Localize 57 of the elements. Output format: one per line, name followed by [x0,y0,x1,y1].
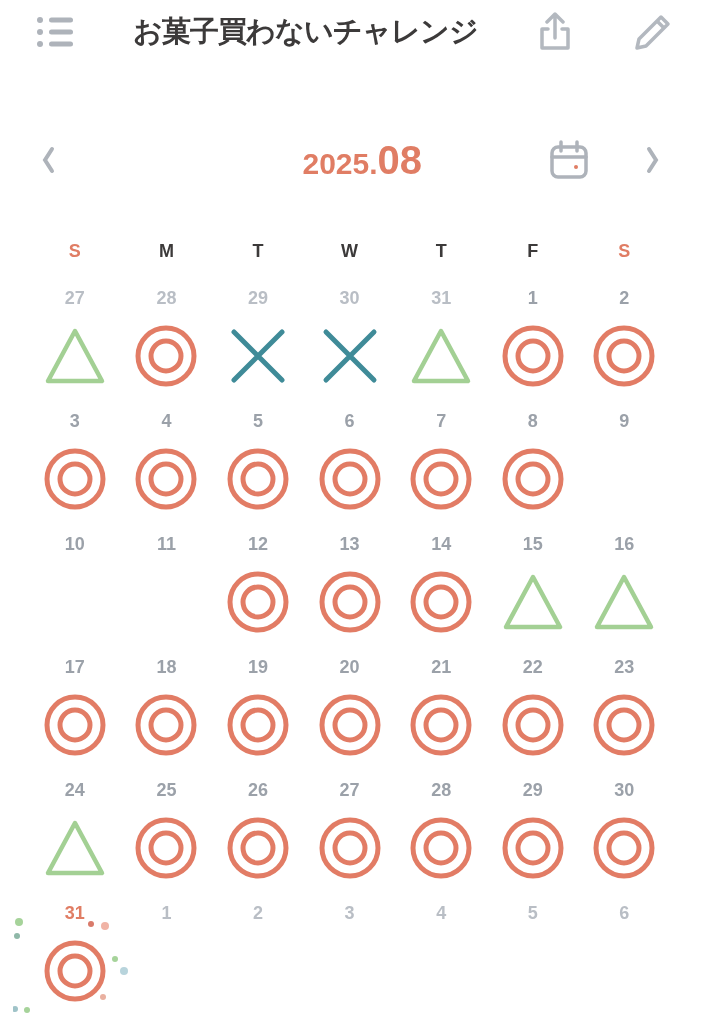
date-label[interactable]: 2 [252,900,263,927]
date-label[interactable]: 1 [161,900,172,927]
date-label[interactable]: 27 [339,777,360,804]
weekday-label: S [618,240,631,263]
date-label[interactable]: 29 [247,285,268,312]
date-label[interactable]: 7 [436,408,447,435]
year-label: 2025. [302,146,378,182]
edit-icon[interactable] [632,12,673,52]
date-label[interactable]: 31 [431,285,452,312]
date-label[interactable]: 9 [619,408,630,435]
weekday-label: S [68,240,81,263]
date-label[interactable]: 31 [64,900,85,927]
date-label[interactable]: 5 [527,900,538,927]
date-label[interactable]: 24 [64,777,85,804]
weekday-label: M [158,240,174,263]
date-label[interactable]: 29 [522,777,543,804]
date-label[interactable]: 30 [339,285,360,312]
date-label[interactable]: 4 [161,408,172,435]
date-label[interactable]: 21 [431,654,452,681]
next-month-icon[interactable] [645,146,661,174]
app-title: お菓子買わないチャレンジ [132,13,478,51]
date-label[interactable]: 6 [619,900,630,927]
previous-month-icon[interactable] [40,146,56,174]
date-label[interactable]: 26 [247,777,268,804]
date-label[interactable]: 3 [69,408,80,435]
weekday-label: T [252,240,264,263]
date-label[interactable]: 14 [431,531,452,558]
date-label[interactable]: 23 [614,654,635,681]
date-label[interactable]: 8 [527,408,538,435]
date-label[interactable]: 11 [156,531,176,558]
date-label[interactable]: 13 [339,531,360,558]
weekday-label: T [435,240,447,263]
date-label[interactable]: 2 [619,285,630,312]
date-label[interactable]: 28 [156,285,177,312]
menu-icon[interactable] [36,16,74,48]
month-label: 08 [377,137,423,184]
date-label[interactable]: 10 [64,531,85,558]
weekday-label: W [341,240,359,263]
date-label[interactable]: 15 [522,531,543,558]
date-label[interactable]: 30 [614,777,635,804]
date-label[interactable]: 4 [436,900,447,927]
date-label[interactable]: 16 [614,531,635,558]
date-label[interactable]: 17 [64,654,85,681]
date-label[interactable]: 19 [247,654,268,681]
date-label[interactable]: 18 [156,654,177,681]
date-label[interactable]: 25 [156,777,177,804]
date-label[interactable]: 5 [252,408,263,435]
weekday-label: F [527,240,539,263]
date-label[interactable]: 3 [344,900,355,927]
date-label[interactable]: 6 [344,408,355,435]
calendar-icon[interactable] [548,140,589,180]
date-label[interactable]: 1 [527,285,538,312]
date-label[interactable]: 27 [64,285,85,312]
date-label[interactable]: 12 [247,531,268,558]
date-label[interactable]: 20 [339,654,360,681]
date-label[interactable]: 28 [431,777,452,804]
date-label[interactable]: 22 [522,654,543,681]
